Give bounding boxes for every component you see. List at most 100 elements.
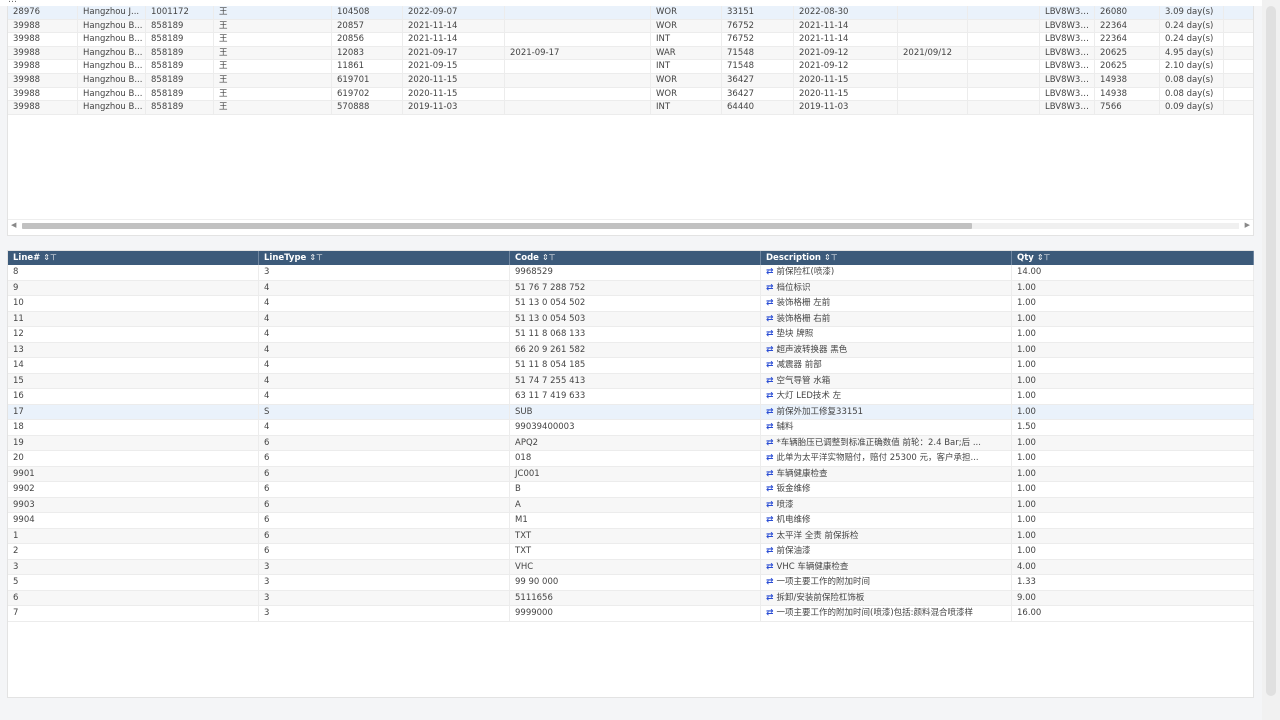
order-line-cell: ⇄ 垫块 牌照 bbox=[761, 327, 1012, 342]
swap-arrows-icon[interactable]: ⇄ bbox=[766, 515, 774, 525]
order-line-cell: VHC bbox=[510, 559, 761, 574]
order-cell: 4.95 day(s) bbox=[1160, 46, 1224, 60]
order-cell: 2020-11-15 bbox=[403, 87, 505, 101]
order-line-row[interactable]: 20 6 018 ⇄ 此单为太平洋实物赔付，赔付 25300 元，客户承担... 1.00 bbox=[8, 451, 1254, 467]
swap-arrows-icon[interactable]: ⇄ bbox=[766, 577, 774, 587]
swap-arrows-icon[interactable]: ⇄ bbox=[766, 562, 774, 572]
order-cell: 12083 bbox=[332, 46, 403, 60]
order-row[interactable]: 39988 Hangzhou B... 858189 王 11861 2021-09-15… bbox=[8, 60, 1253, 74]
swap-arrows-icon[interactable]: ⇄ bbox=[766, 608, 774, 618]
order-line-row[interactable]: 9902 6 B ⇄ 钣金维修 1.00 bbox=[8, 482, 1254, 498]
swap-arrows-icon[interactable]: ⇄ bbox=[766, 391, 774, 401]
order-line-row[interactable]: 6 3 5111656 ⇄ 拆卸/安装前保险杠饰板 9.00 bbox=[8, 590, 1254, 606]
swap-arrows-icon[interactable]: ⇄ bbox=[766, 469, 774, 479]
page-scrollbar-thumb[interactable] bbox=[1266, 6, 1276, 696]
order-line-row[interactable]: 17 S SUB ⇄ 前保外加工修复33151 1.00 bbox=[8, 404, 1254, 420]
order-line-row[interactable]: 12 4 51 11 8 068 133 ⇄ 垫块 牌照 1.00 bbox=[8, 327, 1254, 343]
order-line-row[interactable]: 16 4 63 11 7 419 633 ⇄ 大灯 LED技术 左 1.00 bbox=[8, 389, 1254, 405]
swap-arrows-icon[interactable]: ⇄ bbox=[766, 376, 774, 386]
swap-arrows-icon[interactable]: ⇄ bbox=[766, 267, 774, 277]
order-line-row[interactable]: 18 4 99039400003 ⇄ 辅料 1.50 bbox=[8, 420, 1254, 436]
swap-arrows-icon[interactable]: ⇄ bbox=[766, 531, 774, 541]
order-line-cell: 51 13 0 054 503 bbox=[510, 311, 761, 326]
order-row[interactable]: 39988 Hangzhou B... 858189 王 12083 2021-09-17… bbox=[8, 46, 1253, 61]
order-row[interactable]: 39988 Hangzhou B... 858189 王 619701 2020-11-1… bbox=[8, 73, 1253, 88]
order-line-row[interactable]: 9903 6 A ⇄ 喷漆 1.00 bbox=[8, 497, 1254, 513]
description-text: 装饰格栅 左前 bbox=[776, 298, 831, 308]
sort-filter-icon[interactable]: ⇕⊤ bbox=[43, 253, 57, 262]
order-line-row[interactable]: 9904 6 M1 ⇄ 机电维修 1.00 bbox=[8, 513, 1254, 529]
column-header-label: Description bbox=[766, 253, 821, 263]
order-line-cell: 99 90 000 bbox=[510, 575, 761, 590]
order-line-cell: 66 20 9 261 582 bbox=[510, 342, 761, 357]
swap-arrows-icon[interactable]: ⇄ bbox=[766, 453, 774, 463]
order-line-row[interactable]: 9901 6 JC001 ⇄ 车辆健康检查 1.00 bbox=[8, 466, 1254, 482]
column-header-qty[interactable]: Qty ⇕⊤ bbox=[1012, 251, 1254, 265]
order-line-cell: 1.00 bbox=[1012, 466, 1254, 481]
order-line-cell: 4 bbox=[259, 280, 510, 295]
order-line-row[interactable]: 10 4 51 13 0 054 502 ⇄ 装饰格栅 左前 1.00 bbox=[8, 296, 1254, 312]
order-cell bbox=[505, 60, 651, 73]
order-row[interactable]: 28976 Hangzhou J... 1001172 王 104508 2022-09-… bbox=[8, 6, 1253, 20]
order-line-row[interactable]: 11 4 51 13 0 054 503 ⇄ 装饰格栅 右前 1.00 bbox=[8, 311, 1254, 327]
page-vertical-scrollbar[interactable] bbox=[1262, 0, 1280, 720]
order-line-row[interactable]: 19 6 APQ2 ⇄ *车辆胎压已调整到标准正确数值 前轮：2.4 Bar;后 ...… bbox=[8, 435, 1254, 451]
swap-arrows-icon[interactable]: ⇄ bbox=[766, 593, 774, 603]
order-row[interactable]: 39988 Hangzhou B... 858189 王 570888 2019-11-0… bbox=[8, 101, 1253, 115]
order-cell: 28976 bbox=[8, 6, 78, 19]
swap-arrows-icon[interactable]: ⇄ bbox=[766, 438, 774, 448]
column-header-line[interactable]: Line# ⇕⊤ bbox=[8, 251, 259, 265]
order-line-row[interactable]: 8 3 9968529 ⇄ 前保险杠(喷漆) 14.00 bbox=[8, 265, 1254, 281]
order-line-row[interactable]: 9 4 51 76 7 288 752 ⇄ 档位标识 1.00 bbox=[8, 280, 1254, 296]
swap-arrows-icon[interactable]: ⇄ bbox=[766, 484, 774, 494]
order-line-row[interactable]: 7 3 9999000 ⇄ 一项主要工作的附加时间(喷漆)包括:颜料混合喷漆样 16.00 bbox=[8, 606, 1254, 622]
order-line-row[interactable]: 2 6 TXT ⇄ 前保油漆 1.00 bbox=[8, 544, 1254, 560]
swap-arrows-icon[interactable]: ⇄ bbox=[766, 422, 774, 432]
column-header-description[interactable]: Description ⇕⊤ bbox=[761, 251, 1012, 265]
scroll-right-arrow-icon[interactable]: ▶ bbox=[1245, 221, 1250, 229]
column-header-code[interactable]: Code ⇕⊤ bbox=[510, 251, 761, 265]
sort-filter-icon[interactable]: ⇕⊤ bbox=[309, 253, 323, 262]
main-frame: … 28976 Hangzhou J... 1001172 王 104508 2022-0… bbox=[0, 0, 1262, 720]
column-header-linetype[interactable]: LineType ⇕⊤ bbox=[259, 251, 510, 265]
order-cell bbox=[505, 33, 651, 46]
swap-arrows-icon[interactable]: ⇄ bbox=[766, 345, 774, 355]
horizontal-scrollbar[interactable]: ◀ ▶ bbox=[8, 219, 1253, 231]
order-line-row[interactable]: 13 4 66 20 9 261 582 ⇄ 超声波转换器 黑色 1.00 bbox=[8, 342, 1254, 358]
order-line-cell: 6 bbox=[259, 435, 510, 450]
scroll-left-arrow-icon[interactable]: ◀ bbox=[11, 221, 16, 229]
order-cell bbox=[898, 101, 968, 114]
order-line-row[interactable]: 14 4 51 11 8 054 185 ⇄ 减震器 前部 1.00 bbox=[8, 358, 1254, 374]
order-line-cell: ⇄ 辅料 bbox=[761, 420, 1012, 435]
order-line-cell: 63 11 7 419 633 bbox=[510, 389, 761, 404]
swap-arrows-icon[interactable]: ⇄ bbox=[766, 314, 774, 324]
sort-filter-icon[interactable]: ⇕⊤ bbox=[1037, 253, 1051, 262]
order-line-cell: 9903 bbox=[8, 497, 259, 512]
order-line-cell: ⇄ 钣金维修 bbox=[761, 482, 1012, 497]
order-line-cell: 17 bbox=[8, 404, 259, 419]
order-line-row[interactable]: 15 4 51 74 7 255 413 ⇄ 空气导管 水箱 1.00 bbox=[8, 373, 1254, 389]
swap-arrows-icon[interactable]: ⇄ bbox=[766, 298, 774, 308]
swap-arrows-icon[interactable]: ⇄ bbox=[766, 500, 774, 510]
swap-arrows-icon[interactable]: ⇄ bbox=[766, 546, 774, 556]
order-cell: 619702 bbox=[332, 87, 403, 101]
sort-filter-icon[interactable]: ⇕⊤ bbox=[542, 253, 556, 262]
swap-arrows-icon[interactable]: ⇄ bbox=[766, 407, 774, 417]
order-line-cell: TXT bbox=[510, 528, 761, 543]
swap-arrows-icon[interactable]: ⇄ bbox=[766, 283, 774, 293]
order-line-cell: 3 bbox=[8, 559, 259, 574]
order-row[interactable]: 39988 Hangzhou B... 858189 王 20856 2021-11-14… bbox=[8, 33, 1253, 47]
order-line-cell: SUB bbox=[510, 404, 761, 419]
order-line-row[interactable]: 1 6 TXT ⇄ 太平洋 全责 前保拆检 1.00 bbox=[8, 528, 1254, 544]
order-line-row[interactable]: 5 3 99 90 000 ⇄ 一项主要工作的附加时间 1.33 bbox=[8, 575, 1254, 591]
swap-arrows-icon[interactable]: ⇄ bbox=[766, 360, 774, 370]
swap-arrows-icon[interactable]: ⇄ bbox=[766, 329, 774, 339]
order-cell: 36427 bbox=[722, 73, 794, 87]
scrollbar-thumb[interactable] bbox=[22, 223, 972, 229]
order-cell: LBV8W310... bbox=[1040, 46, 1095, 60]
sort-filter-icon[interactable]: ⇕⊤ bbox=[824, 253, 838, 262]
order-row[interactable]: 39988 Hangzhou B... 858189 王 20857 2021-11-14… bbox=[8, 19, 1253, 34]
order-row[interactable]: 39988 Hangzhou B... 858189 王 619702 2020-11-1… bbox=[8, 87, 1253, 102]
order-line-row[interactable]: 3 3 VHC ⇄ VHC 车辆健康检查 4.00 bbox=[8, 559, 1254, 575]
order-cell bbox=[968, 19, 1040, 33]
